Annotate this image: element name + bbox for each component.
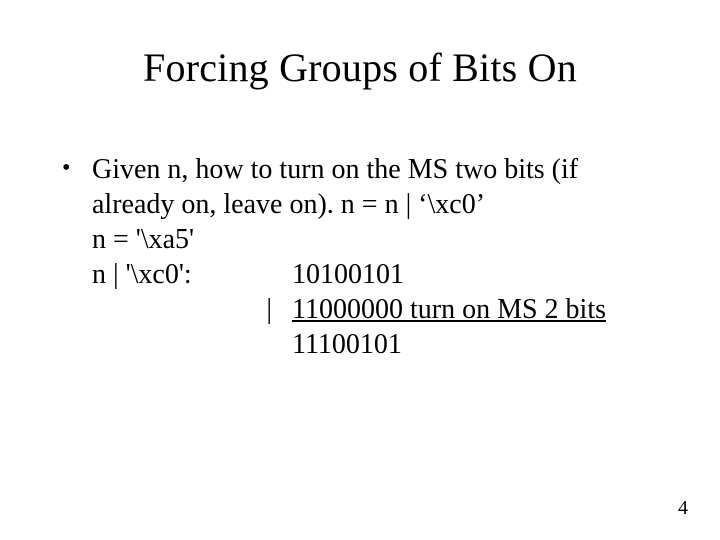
slide-body: • Given n, how to turn on the MS two bit… — [62, 152, 660, 362]
calc-row-3: 11100101 — [92, 327, 660, 362]
calc-row1-left: n | '\xc0': — [92, 257, 292, 292]
calc-row3-right: 11100101 — [292, 327, 660, 362]
slide: Forcing Groups of Bits On • Given n, how… — [0, 0, 720, 540]
calculation-block: n | '\xc0': 10100101 | 11000000 turn on … — [62, 257, 660, 362]
slide-title: Forcing Groups of Bits On — [0, 0, 720, 91]
line-n-equals: n = '\xa5' — [62, 222, 660, 257]
bullet-text-line1: Given n, how to turn on the MS two bits … — [92, 152, 660, 222]
calc-row2-underlined: 11000000 turn on MS 2 bits — [292, 294, 606, 325]
page-number: 4 — [678, 497, 688, 520]
calc-row2-right: 11000000 turn on MS 2 bits — [292, 292, 660, 327]
bullet-item: • Given n, how to turn on the MS two bit… — [62, 152, 660, 222]
bullet-marker: • — [62, 152, 92, 186]
calc-row-2: | 11000000 turn on MS 2 bits — [92, 292, 660, 327]
calc-row2-left: | — [92, 292, 292, 327]
calc-row3-left — [92, 327, 292, 362]
calc-row-1: n | '\xc0': 10100101 — [92, 257, 660, 292]
calc-row1-right: 10100101 — [292, 257, 660, 292]
